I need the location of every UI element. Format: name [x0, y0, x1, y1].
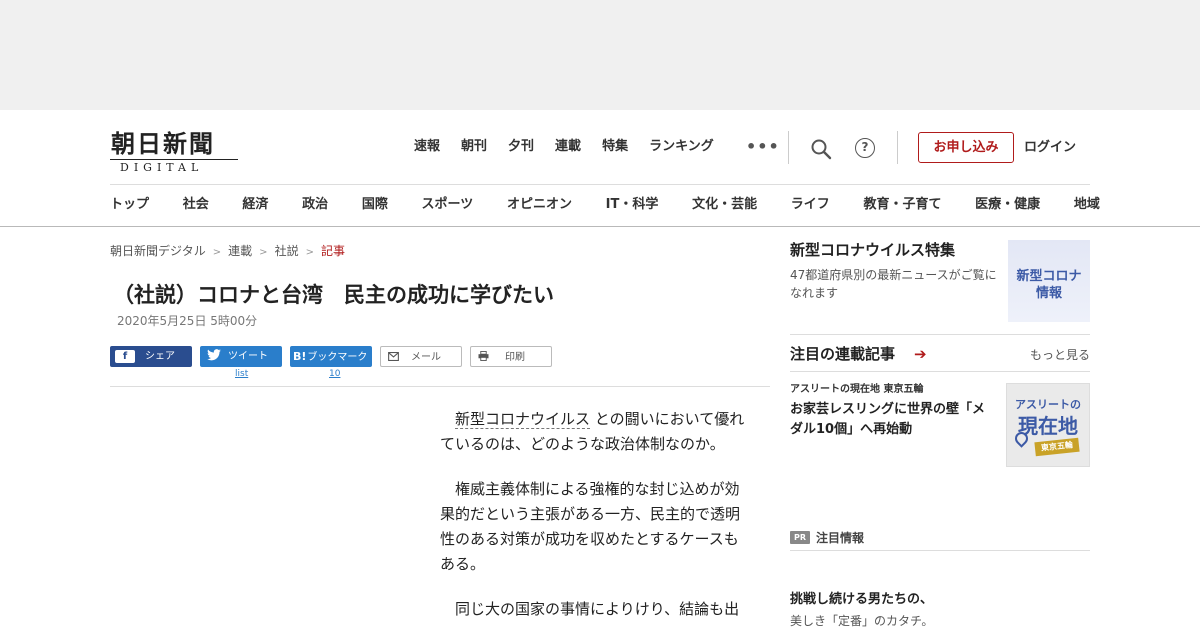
- article-body: 新型コロナウイルス との闘いにおいて優れているのは、どのような政治体制なのか。 …: [440, 407, 750, 630]
- feature-thumbnail-line: 新型コロナ: [1016, 269, 1082, 284]
- print-icon: [473, 347, 493, 368]
- top-nav: 速報 朝刊 夕刊 連載 特集 ランキング: [414, 137, 735, 157]
- help-icon[interactable]: ?: [855, 138, 875, 158]
- mail-share-button[interactable]: メール: [380, 346, 462, 367]
- top-nav-item[interactable]: 特集: [602, 137, 628, 157]
- hatena-bookmark-button[interactable]: B!ブックマーク: [290, 346, 372, 367]
- article-date: 2020年5月25日 5時00分: [117, 314, 258, 328]
- mail-icon: [383, 347, 403, 368]
- print-button[interactable]: 印刷: [470, 346, 552, 367]
- category-nav-item[interactable]: 地域: [1074, 195, 1100, 215]
- category-nav-item[interactable]: 文化・芸能: [692, 195, 757, 215]
- facebook-share-button[interactable]: f シェア: [110, 346, 192, 367]
- top-nav-item[interactable]: 連載: [555, 137, 581, 157]
- mail-share-label: メール: [411, 352, 441, 363]
- series-kicker: アスリートの現在地 東京五輪: [790, 384, 924, 395]
- logo-rule: [110, 159, 238, 160]
- series-headline[interactable]: お家芸レスリングに世界の壁「メダル10個」へ再始動: [790, 400, 995, 440]
- pr-title[interactable]: 挑戦し続ける男たちの、: [790, 590, 933, 610]
- category-nav-item[interactable]: IT・科学: [606, 195, 659, 215]
- breadcrumb-separator: >: [212, 247, 222, 258]
- series-thumbnail-badge: 東京五輪: [1034, 437, 1080, 457]
- arrow-right-icon[interactable]: ➔: [914, 344, 927, 364]
- hatena-bookmark-label: ブックマーク: [307, 352, 368, 363]
- print-label: 印刷: [505, 352, 525, 363]
- series-thumbnail: アスリートの 現在地 東京五輪: [1006, 383, 1090, 467]
- breadcrumb-separator: >: [305, 247, 314, 258]
- category-nav-item[interactable]: スポーツ: [422, 195, 474, 215]
- hatena-count[interactable]: 10: [329, 369, 340, 379]
- feature-thumbnail-text: 新型コロナ 情報: [1008, 268, 1090, 302]
- article-paragraph: 新型コロナウイルス との闘いにおいて優れているのは、どのような政治体制なのか。: [440, 407, 750, 457]
- feature-promo[interactable]: 新型コロナウイルス特集 47都道府県別の最新ニュースがご覧になれます 新型コロナ…: [790, 240, 1090, 335]
- article-paragraph: 権威主義体制による強権的な封じ込めが効果的だという主張がある一方、民主的で透明性…: [440, 480, 741, 573]
- subscribe-button[interactable]: お申し込み: [918, 132, 1014, 163]
- more-icon[interactable]: •••: [746, 138, 780, 156]
- category-nav-item[interactable]: ライフ: [791, 195, 830, 215]
- site-logo[interactable]: 朝日新聞 DIGITAL: [110, 124, 240, 174]
- category-nav: トップ 社会 経済 政治 国際 スポーツ オピニオン IT・科学 文化・芸能 ラ…: [110, 195, 1100, 215]
- top-nav-item[interactable]: 速報: [414, 137, 440, 157]
- pr-header: PR 注目情報: [790, 527, 864, 545]
- divider: [788, 131, 789, 164]
- series-divider: [790, 371, 1090, 372]
- site-header: 朝日新聞 DIGITAL 速報 朝刊 夕刊 連載 特集 ランキング ••• ? …: [0, 110, 1200, 227]
- logo-digital: DIGITAL: [120, 161, 204, 174]
- ad-banner-area: [0, 0, 1200, 110]
- pr-badge: PR: [790, 531, 810, 544]
- category-nav-item[interactable]: トップ: [110, 195, 149, 215]
- divider: [897, 131, 898, 164]
- series-section-title[interactable]: 注目の連載記事: [790, 343, 895, 365]
- article-title: （社説）コロナと台湾 民主の成功に学びたい: [113, 283, 554, 307]
- category-nav-item[interactable]: 政治: [302, 195, 328, 215]
- category-nav-item[interactable]: 国際: [362, 195, 388, 215]
- feature-thumbnail-line: 情報: [1035, 286, 1062, 301]
- see-more-link[interactable]: もっと見る: [1030, 346, 1090, 364]
- facebook-icon: f: [115, 350, 135, 363]
- feature-description: 47都道府県別の最新ニュースがご覧になれます: [790, 268, 997, 300]
- series-article-card[interactable]: アスリートの現在地 東京五輪 お家芸レスリングに世界の壁「メダル10個」へ再始動…: [790, 380, 1090, 468]
- twitter-icon: [204, 346, 224, 367]
- article-paragraph: 同じ大の国家の事情によりけり、結論も出: [455, 600, 740, 618]
- login-link[interactable]: ログイン: [1024, 138, 1076, 158]
- breadcrumb-link[interactable]: 連載: [228, 244, 252, 258]
- twitter-count[interactable]: list: [235, 369, 248, 379]
- feature-thumbnail: 新型コロナ 情報: [1008, 240, 1090, 322]
- feature-title: 新型コロナウイルス特集: [790, 241, 956, 259]
- breadcrumb-separator: >: [259, 247, 268, 258]
- series-header: 注目の連載記事 ➔ もっと見る: [790, 343, 1090, 367]
- breadcrumb: 朝日新聞デジタル > 連載 > 社説 > 記事: [110, 242, 345, 262]
- category-nav-item[interactable]: 経済: [242, 195, 268, 215]
- pr-label: 注目情報: [816, 531, 865, 545]
- twitter-share-button[interactable]: ツイート: [200, 346, 282, 367]
- top-nav-item[interactable]: ランキング: [649, 137, 714, 157]
- article-divider: [110, 386, 770, 387]
- pr-divider: [790, 550, 1090, 551]
- keyword-link[interactable]: 新型コロナウイルス: [455, 410, 591, 429]
- breadcrumb-current: 記事: [320, 244, 345, 258]
- logo-wordmark: 朝日新聞: [111, 129, 215, 158]
- top-nav-item[interactable]: 朝刊: [461, 137, 487, 157]
- breadcrumb-link[interactable]: 朝日新聞デジタル: [110, 244, 206, 258]
- search-icon[interactable]: [810, 138, 832, 160]
- top-nav-item[interactable]: 夕刊: [508, 137, 534, 157]
- breadcrumb-link[interactable]: 社説: [275, 244, 299, 258]
- twitter-share-label: ツイート: [228, 351, 268, 362]
- category-nav-item[interactable]: 社会: [183, 195, 209, 215]
- facebook-share-label: シェア: [145, 351, 175, 362]
- category-nav-item[interactable]: オピニオン: [507, 195, 572, 215]
- header-divider: [110, 184, 1090, 185]
- pr-subtitle[interactable]: 美しき「定番」のカタチ。: [790, 612, 933, 630]
- category-nav-item[interactable]: 医療・健康: [975, 195, 1040, 215]
- category-nav-item[interactable]: 教育・子育て: [863, 195, 941, 215]
- hatena-icon: B!: [293, 350, 307, 363]
